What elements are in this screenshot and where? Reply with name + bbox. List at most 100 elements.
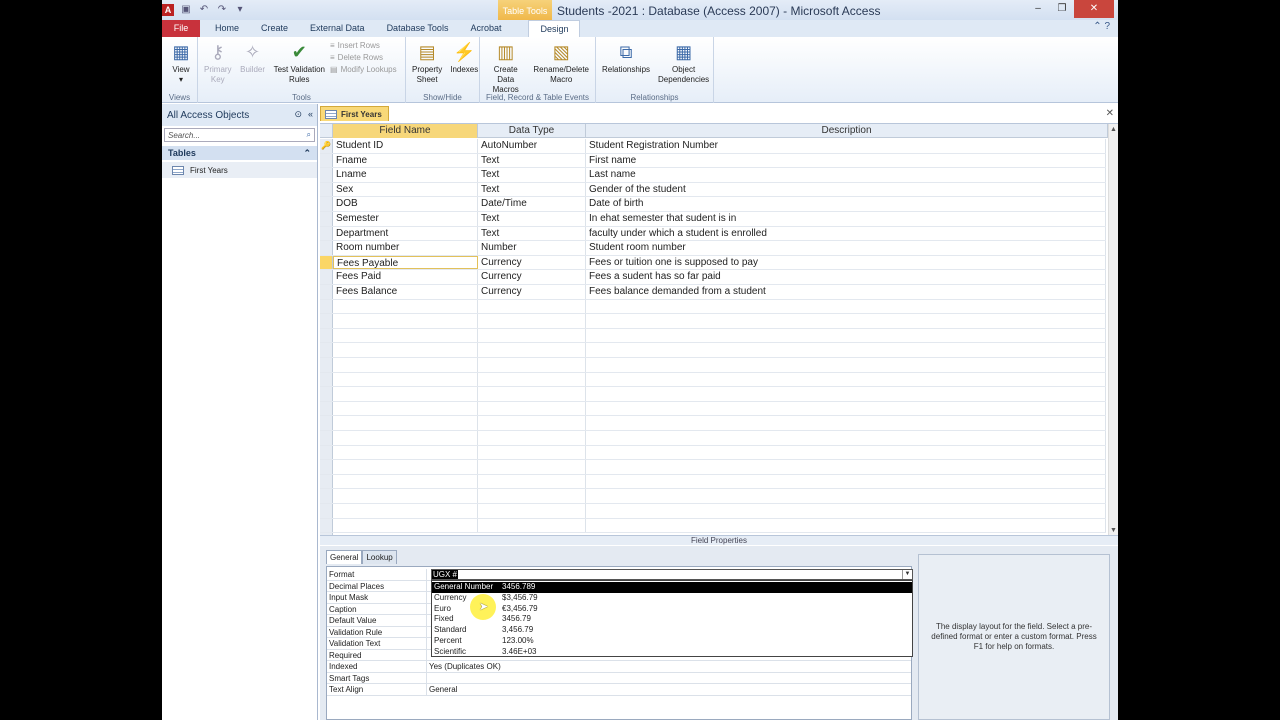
tab-general[interactable]: General [326, 550, 363, 564]
row-selector[interactable] [320, 343, 333, 357]
description-cell[interactable] [586, 372, 1106, 387]
test-validation-rules-button[interactable]: ✔ Test Validation Rules [271, 39, 328, 85]
property-row[interactable]: Text Align General [327, 684, 911, 696]
row-selector[interactable] [320, 431, 333, 445]
search-icon[interactable]: ⌕ [307, 130, 311, 140]
minimize-icon[interactable]: – [1026, 0, 1050, 18]
description-cell[interactable] [586, 518, 1106, 533]
table-row[interactable] [320, 401, 1106, 417]
table-row[interactable] [320, 445, 1106, 461]
row-selector[interactable] [320, 197, 333, 211]
close-document-icon[interactable]: ✕ [1106, 108, 1114, 119]
table-row[interactable]: Fees Paid Currency Fees a sudent has so fa… [320, 270, 1106, 285]
description-cell[interactable] [586, 431, 1106, 445]
description-cell[interactable]: Gender of the student [586, 182, 1106, 197]
field-name-cell[interactable]: Fees Payable [333, 255, 478, 270]
data-type-cell[interactable]: Currency [478, 255, 586, 270]
description-cell[interactable] [586, 387, 1106, 401]
create-data-macros-button[interactable]: ▥ Create Data Macros [483, 39, 528, 95]
object-dependencies-button[interactable]: ▦ Object Dependencies [655, 39, 712, 85]
format-combobox[interactable]: UGX # ▼ [431, 569, 913, 580]
field-name-cell[interactable]: Room number [333, 241, 478, 255]
row-selector[interactable] [320, 328, 333, 343]
field-name-cell[interactable]: DOB [333, 197, 478, 211]
description-cell[interactable] [586, 401, 1106, 416]
field-name-cell[interactable] [333, 299, 478, 314]
table-row[interactable] [320, 328, 1106, 344]
field-name-cell[interactable] [333, 343, 478, 357]
data-type-cell[interactable] [478, 460, 586, 474]
tab-lookup[interactable]: Lookup [362, 550, 397, 564]
property-sheet-button[interactable]: ▤ Property Sheet [409, 39, 445, 85]
row-selector[interactable] [320, 445, 333, 460]
table-row[interactable] [320, 474, 1106, 490]
field-name-cell[interactable] [333, 474, 478, 489]
table-row[interactable] [320, 460, 1106, 475]
data-type-cell[interactable]: Text [478, 226, 586, 241]
rename-delete-macro-button[interactable]: ▧ Rename/Delete Macro [530, 39, 592, 85]
data-type-cell[interactable]: Text [478, 168, 586, 182]
description-cell[interactable] [586, 460, 1106, 474]
table-row[interactable] [320, 387, 1106, 402]
data-type-cell[interactable]: Text [478, 182, 586, 197]
modify-lookups-button[interactable]: ▤ Modify Lookups [330, 65, 397, 74]
row-selector[interactable] [320, 255, 333, 270]
table-row[interactable] [320, 299, 1106, 315]
row-selector[interactable] [320, 285, 333, 299]
field-name-cell[interactable] [333, 504, 478, 518]
property-row[interactable]: Indexed Yes (Duplicates OK) [327, 661, 911, 673]
row-selector[interactable] [320, 504, 333, 518]
document-tab-first-years[interactable]: First Years [320, 106, 389, 121]
undo-icon[interactable]: ↶ [198, 4, 210, 16]
chevron-down-icon[interactable]: ▼ [902, 570, 912, 579]
table-row[interactable]: Sex Text Gender of the student [320, 182, 1106, 198]
data-type-cell[interactable] [478, 299, 586, 314]
row-selector[interactable] [320, 212, 333, 226]
field-name-cell[interactable]: Sex [333, 182, 478, 197]
description-cell[interactable] [586, 299, 1106, 314]
tab-external-data[interactable]: External Data [299, 20, 376, 37]
description-cell[interactable]: Fees or tuition one is supposed to pay [586, 255, 1106, 270]
row-selector[interactable] [320, 518, 333, 533]
format-option[interactable]: Euro €3,456.79 [432, 604, 912, 615]
field-name-cell[interactable]: Lname [333, 168, 478, 182]
field-name-cell[interactable]: Department [333, 226, 478, 241]
field-name-cell[interactable] [333, 518, 478, 533]
tab-acrobat[interactable]: Acrobat [459, 20, 512, 37]
field-name-cell[interactable]: Fees Paid [333, 270, 478, 284]
format-option[interactable]: Percent 123.00% [432, 636, 912, 647]
builder-button[interactable]: ✧ Builder [237, 39, 269, 75]
field-name-cell[interactable] [333, 328, 478, 343]
header-field-name[interactable]: Field Name [333, 124, 478, 138]
property-row[interactable]: Smart Tags [327, 672, 911, 684]
field-name-cell[interactable] [333, 489, 478, 503]
row-selector[interactable] [320, 416, 333, 430]
data-type-cell[interactable] [478, 358, 586, 372]
row-selector[interactable] [320, 153, 333, 168]
row-selector[interactable] [320, 314, 333, 328]
tab-file[interactable]: File [162, 20, 200, 37]
row-selector[interactable] [320, 372, 333, 387]
format-option[interactable]: General Number 3456.789 [432, 582, 912, 593]
row-selector[interactable] [320, 168, 333, 182]
description-cell[interactable]: First name [586, 153, 1106, 168]
primary-key-button[interactable]: ⚷ Primary Key [201, 39, 235, 85]
field-name-cell[interactable] [333, 416, 478, 430]
view-button[interactable]: ▦ View ▾ [165, 39, 197, 85]
restore-icon[interactable]: ❐ [1050, 0, 1074, 18]
field-name-cell[interactable]: Fees Balance [333, 285, 478, 299]
field-name-cell[interactable] [333, 387, 478, 401]
field-name-cell[interactable] [333, 431, 478, 445]
nav-group-tables[interactable]: Tables ⌃ [162, 146, 317, 160]
close-icon[interactable]: ✕ [1074, 0, 1114, 18]
help-icon[interactable]: ? [1104, 21, 1110, 32]
description-cell[interactable]: Fees balance demanded from a student [586, 285, 1106, 299]
description-cell[interactable] [586, 489, 1106, 503]
save-icon[interactable]: ▣ [180, 4, 192, 16]
data-type-cell[interactable] [478, 328, 586, 343]
nav-header[interactable]: All Access Objects ⊙ « [162, 104, 317, 126]
grid-vertical-scrollbar[interactable]: ▲ ▼ [1108, 124, 1118, 536]
tab-home[interactable]: Home [204, 20, 250, 37]
description-cell[interactable] [586, 358, 1106, 372]
property-value[interactable]: General [429, 684, 457, 695]
